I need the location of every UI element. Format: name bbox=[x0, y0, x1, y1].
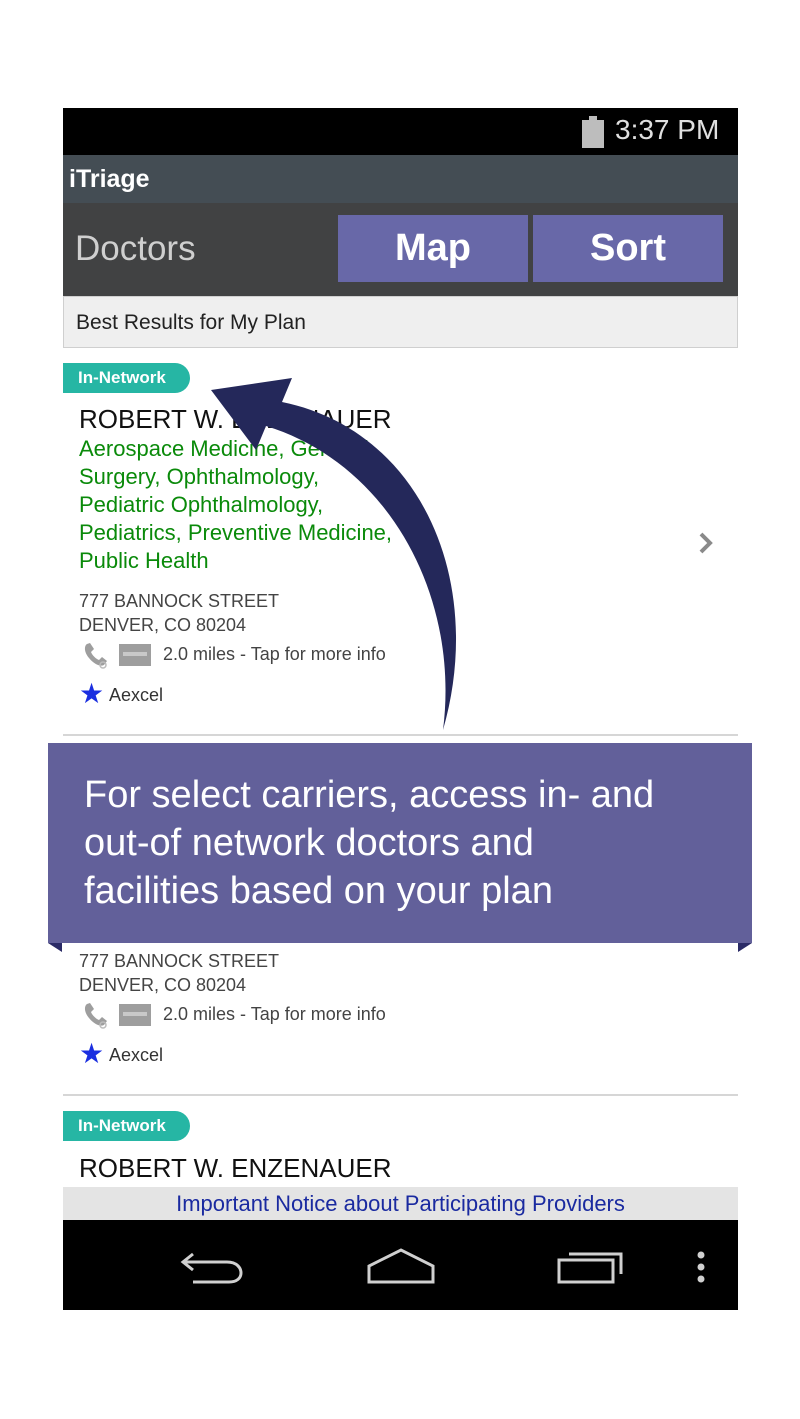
banner-fold-right bbox=[738, 943, 752, 952]
banner-line: For select carriers, access in- and bbox=[84, 774, 655, 816]
address-line: 777 BANNOCK STREET bbox=[79, 951, 280, 971]
back-icon[interactable] bbox=[179, 1246, 245, 1286]
divider bbox=[63, 734, 738, 736]
doctor-address: 777 BANNOCK STREET DENVER, CO 80204 bbox=[79, 949, 279, 997]
card-icon bbox=[119, 1004, 151, 1026]
system-nav-bar bbox=[63, 1220, 738, 1310]
distance-text[interactable]: 2.0 miles - Tap for more info bbox=[163, 1004, 386, 1025]
specialty-line: Pediatric Ophthalmology, bbox=[79, 492, 324, 517]
action-bar: Doctors Map Sort bbox=[63, 203, 738, 296]
carrier-name: Aexcel bbox=[109, 1045, 164, 1065]
battery-icon bbox=[582, 116, 604, 148]
recent-apps-icon[interactable] bbox=[555, 1246, 625, 1286]
app-title: iTriage bbox=[69, 165, 150, 193]
carrier-name: Aexcel bbox=[109, 685, 164, 705]
promo-banner-text: For select carriers, access in- and out-… bbox=[84, 771, 724, 915]
doctor-name[interactable]: ROBERT W. ENZENAUER bbox=[79, 404, 392, 435]
plan-filter-row[interactable]: Best Results for My Plan bbox=[63, 296, 738, 348]
home-icon[interactable] bbox=[365, 1246, 437, 1286]
banner-fold-left bbox=[48, 943, 62, 952]
star-icon: ★ bbox=[79, 678, 105, 709]
banner-line: out-of network doctors and bbox=[84, 822, 534, 864]
map-button[interactable]: Map bbox=[338, 215, 528, 282]
specialty-line: Aerospace Medicine, General bbox=[79, 436, 369, 461]
distance-text[interactable]: 2.0 miles - Tap for more info bbox=[163, 644, 386, 665]
phone-icon[interactable] bbox=[81, 640, 111, 670]
specialty-line: Surgery, Ophthalmology, bbox=[79, 464, 320, 489]
star-icon: ★ bbox=[79, 1038, 105, 1069]
address-line: DENVER, CO 80204 bbox=[79, 615, 247, 635]
menu-icon[interactable] bbox=[691, 1250, 711, 1284]
specialty-line: Public Health bbox=[79, 548, 209, 573]
address-line: 777 BANNOCK STREET bbox=[79, 591, 280, 611]
promo-banner: For select carriers, access in- and out-… bbox=[48, 743, 752, 943]
card-icon bbox=[119, 644, 151, 666]
doctor-address: 777 BANNOCK STREET DENVER, CO 80204 bbox=[79, 589, 279, 637]
chevron-right-icon[interactable] bbox=[697, 528, 717, 558]
status-bar: 3:37 PM bbox=[63, 108, 738, 155]
sort-button[interactable]: Sort bbox=[533, 215, 723, 282]
in-network-badge: In-Network bbox=[63, 363, 190, 393]
specialty-line: Pediatrics, Preventive Medicine, bbox=[79, 520, 393, 545]
banner-line: facilities based on your plan bbox=[84, 870, 553, 912]
participating-providers-notice[interactable]: Important Notice about Participating Pro… bbox=[63, 1187, 738, 1220]
app-title-bar: iTriage bbox=[63, 155, 738, 203]
plan-filter-label: Best Results for My Plan bbox=[76, 311, 306, 334]
status-time: 3:37 PM bbox=[615, 114, 720, 145]
in-network-badge: In-Network bbox=[63, 1111, 190, 1141]
notice-link[interactable]: Important Notice about Participating Pro… bbox=[176, 1191, 625, 1217]
divider bbox=[63, 1094, 738, 1096]
phone-screen: 3:37 PM iTriage Doctors Map Sort Best Re… bbox=[63, 108, 738, 1310]
phone-icon[interactable] bbox=[81, 1000, 111, 1030]
address-line: DENVER, CO 80204 bbox=[79, 975, 247, 995]
doctor-specialties: Aerospace Medicine, General Surgery, Oph… bbox=[79, 435, 419, 575]
page-title: Doctors bbox=[75, 229, 196, 268]
doctor-name[interactable]: ROBERT W. ENZENAUER bbox=[79, 1153, 392, 1184]
